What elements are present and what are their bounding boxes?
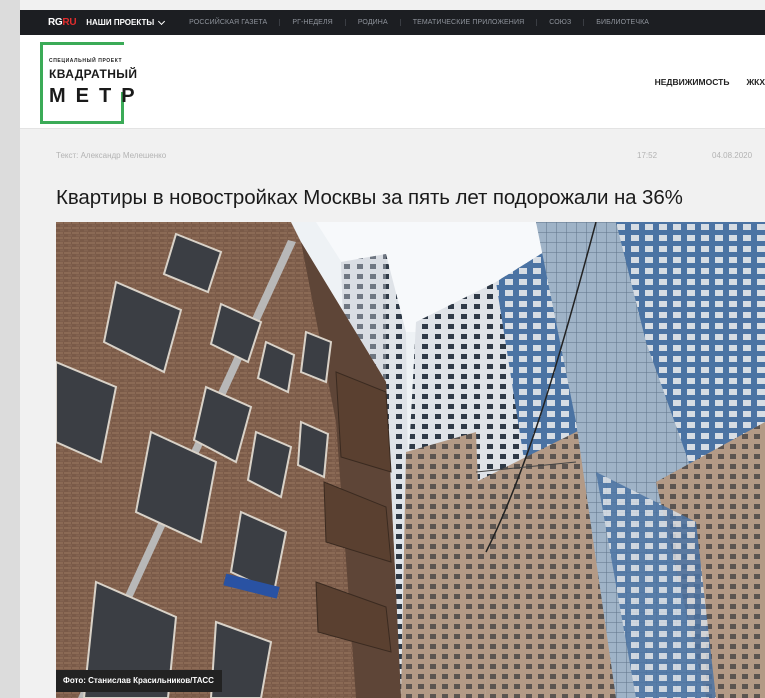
logo-special-project: СПЕЦИАЛЬНЫЙ ПРОЕКТ [49, 58, 123, 64]
page: RGRU НАШИ ПРОЕКТЫ РОССИЙСКАЯ ГАЗЕТА РГ-Н… [20, 0, 765, 698]
logo-kvadratny: КВАДРАТНЫЙ [49, 67, 138, 81]
ru-logo-text: RU [62, 17, 77, 28]
network-bar: RGRU НАШИ ПРОЕКТЫ РОССИЙСКАЯ ГАЗЕТА РГ-Н… [20, 10, 765, 35]
nav-item-zhkh[interactable]: ЖКХ [746, 77, 765, 87]
network-link-library[interactable]: БИБЛИОТЕЧКА [583, 19, 661, 26]
article-time: 17:52 [637, 151, 658, 160]
logo-frame-left [40, 42, 43, 124]
chevron-down-icon [158, 17, 166, 25]
network-links: РОССИЙСКАЯ ГАЗЕТА РГ-НЕДЕЛЯ РОДИНА ТЕМАТ… [177, 19, 661, 26]
article-author: Текст: Александр Мелешенко [56, 151, 167, 160]
site-header: СПЕЦИАЛЬНЫЙ ПРОЕКТ КВАДРАТНЫЙ МЕТР НЕДВИ… [20, 35, 765, 129]
network-link-rodina[interactable]: РОДИНА [344, 19, 400, 26]
rg-logo[interactable]: RGRU [48, 17, 77, 28]
kvadratny-metr-logo[interactable]: СПЕЦИАЛЬНЫЙ ПРОЕКТ КВАДРАТНЫЙ МЕТР [40, 42, 137, 124]
logo-frame-bottom [40, 121, 124, 124]
nav-item-real-estate[interactable]: НЕДВИЖИМОСТЬ [655, 77, 730, 87]
network-link-rg[interactable]: РОССИЙСКАЯ ГАЗЕТА [177, 19, 279, 26]
logo-metr: МЕТР [49, 85, 145, 107]
article-photo: Фото: Станислав Красильников/ТАСС [56, 222, 765, 698]
projects-label: НАШИ ПРОЕКТЫ [86, 18, 155, 27]
network-link-soyuz[interactable]: СОЮЗ [536, 19, 583, 26]
logo-frame [40, 42, 124, 45]
article-title: Квартиры в новостройках Москвы за пять л… [56, 186, 683, 209]
photo-caption: Фото: Станислав Красильников/ТАСС [56, 670, 222, 692]
projects-dropdown[interactable]: НАШИ ПРОЕКТЫ [86, 17, 166, 27]
network-link-rg-week[interactable]: РГ-НЕДЕЛЯ [279, 19, 344, 26]
section-nav: НЕДВИЖИМОСТЬ ЖКХ [638, 77, 765, 87]
network-link-supplements[interactable]: ТЕМАТИЧЕСКИЕ ПРИЛОЖЕНИЯ [399, 19, 537, 26]
article-date: 04.08.2020 [712, 151, 753, 160]
rg-logo-text: RG [48, 17, 63, 28]
buildings-photo-illustration [56, 222, 765, 698]
